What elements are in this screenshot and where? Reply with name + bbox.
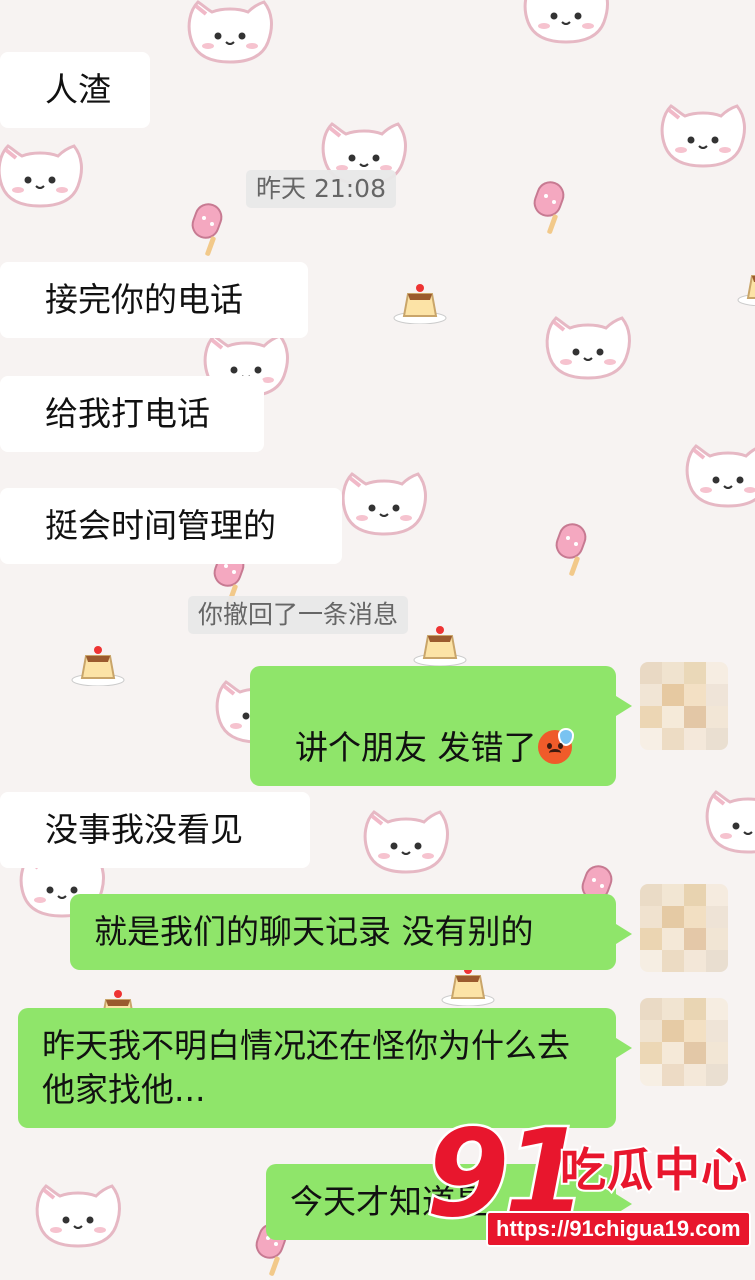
avatar[interactable] — [640, 884, 728, 972]
incoming-message[interactable]: 没事我没看见 — [0, 792, 310, 868]
cat-sticker-icon — [700, 786, 755, 856]
cat-sticker-icon — [336, 468, 432, 538]
cat-sticker-icon — [30, 1180, 126, 1250]
incoming-message[interactable]: 接完你的电话 — [0, 262, 308, 338]
site-watermark: 91 吃瓜中心 https://91chigua19.com — [418, 1112, 755, 1280]
incoming-message[interactable]: 人渣 — [0, 52, 150, 128]
watermark-brand: 吃瓜中心 — [558, 1141, 749, 1199]
cat-sticker-icon — [182, 0, 278, 66]
cat-sticker-icon — [358, 806, 454, 876]
incoming-message[interactable]: 给我打电话 — [0, 376, 264, 452]
watermark-url: https://91chigua19.com — [486, 1211, 751, 1247]
cat-sticker-icon — [680, 440, 755, 510]
cat-sticker-icon — [655, 100, 751, 170]
popsicle-sticker-icon — [528, 178, 574, 236]
avatar[interactable] — [640, 662, 728, 750]
popsicle-sticker-icon — [186, 200, 232, 258]
outgoing-message[interactable]: 就是我们的聊天记录 没有别的 — [70, 894, 632, 970]
cat-sticker-icon — [518, 0, 614, 46]
sad-sweat-face-icon — [538, 728, 575, 764]
popsicle-sticker-icon — [550, 520, 596, 578]
incoming-message[interactable]: 挺会时间管理的 — [0, 488, 342, 564]
pudding-sticker-icon — [70, 642, 126, 686]
cat-sticker-icon — [0, 140, 88, 210]
avatar[interactable] — [640, 998, 728, 1086]
message-text: 讲个朋友 发错了 — [294, 728, 537, 767]
timestamp: 昨天 21:08 — [246, 170, 396, 208]
pudding-sticker-icon — [412, 622, 468, 666]
recall-notice: 你撤回了一条消息 — [188, 596, 409, 634]
cat-sticker-icon — [540, 312, 636, 382]
outgoing-message[interactable]: 讲个朋友 发错了 — [250, 666, 632, 786]
pudding-sticker-icon — [392, 280, 448, 324]
pudding-sticker-icon — [736, 262, 755, 306]
